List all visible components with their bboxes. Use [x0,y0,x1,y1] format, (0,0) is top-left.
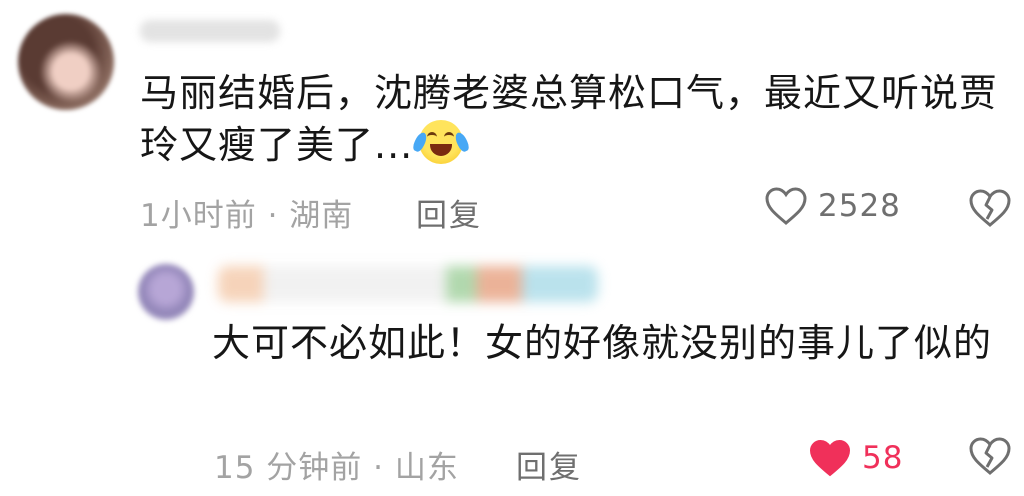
broken-heart-icon [969,437,1011,475]
reply-button[interactable]: 回复 [516,442,582,487]
avatar[interactable] [18,14,114,110]
dislike-button[interactable] [968,188,1012,232]
comment-text-content: 马丽结婚后，沈腾老婆总算松口气，最近又听说贾玲又瘦了美了... [140,71,999,167]
avatar[interactable] [138,264,194,320]
comment-meta: 1小时前 · 湖南 [140,198,354,234]
reply-button[interactable]: 回复 [416,190,482,235]
like-count: 2528 [818,188,901,224]
reply-comment-item: 大可不必如此！女的好像就没别的事儿了似的 15 分钟前 · 山东 回复 58 [0,252,1024,496]
username-blurred [218,266,598,302]
comment-meta: 15 分钟前 · 山东 [214,450,459,486]
broken-heart-icon [969,189,1011,227]
username-blurred [140,20,280,42]
comment-item: 马丽结婚后，沈腾老婆总算松口气，最近又听说贾玲又瘦了美了... 1小时前 · 湖… [0,0,1024,250]
comment-text: 马丽结婚后，沈腾老婆总算松口气，最近又听说贾玲又瘦了美了... [140,68,1000,170]
heart-filled-icon [809,439,851,477]
crying-laughing-emoji-icon [411,118,472,166]
like-button[interactable]: 58 [808,438,903,478]
heart-outline-icon [765,187,807,225]
dislike-button[interactable] [968,436,1012,480]
comment-text: 大可不必如此！女的好像就没别的事儿了似的 [212,321,993,365]
like-count: 58 [862,440,904,476]
like-button[interactable]: 2528 [764,186,901,226]
